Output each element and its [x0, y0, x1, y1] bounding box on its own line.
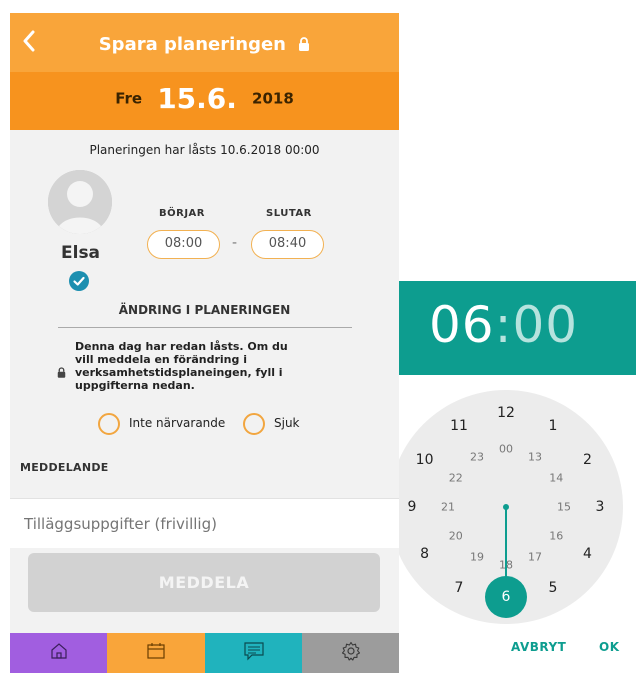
divider	[58, 327, 352, 328]
home-icon	[50, 642, 68, 664]
ok-button[interactable]: OK	[599, 640, 620, 654]
outer-number[interactable]: 2	[583, 452, 592, 468]
nav-home[interactable]	[10, 633, 107, 673]
outer-number[interactable]: 7	[455, 580, 464, 596]
inner-number[interactable]: 20	[449, 530, 463, 543]
outer-number[interactable]: 9	[408, 499, 417, 515]
inner-number[interactable]: 15	[557, 501, 571, 514]
message-label: MEDDELANDE	[20, 461, 109, 474]
message-icon	[243, 641, 265, 665]
day-month: 15.6.	[157, 82, 237, 115]
bottom-nav	[10, 633, 399, 673]
year: 2018	[252, 89, 294, 108]
option-label: Inte närvarande	[129, 416, 226, 430]
cancel-button[interactable]: AVBRYT	[511, 640, 566, 654]
page-title: Spara planeringen	[10, 34, 399, 56]
clock-dial[interactable]: 12 1 2 3 4 5 7 8 9 10 11 00 13 14 15 16 17 18 19 20 21 22 23 6	[399, 390, 636, 624]
time-separator: -	[232, 235, 238, 251]
date-bar: Fre 15.6. 2018	[10, 72, 399, 130]
nav-messages[interactable]	[205, 633, 302, 673]
inner-number[interactable]: 17	[528, 551, 542, 564]
change-notice: Denna dag har redan låsts. Om du vill me…	[75, 340, 288, 392]
start-time[interactable]: 08:00	[147, 230, 220, 259]
start-label: BÖRJAR	[159, 208, 205, 219]
top-bar: Spara planeringen	[10, 13, 399, 72]
lock-icon	[57, 363, 66, 382]
outer-number[interactable]: 3	[596, 499, 605, 515]
inner-number[interactable]: 21	[441, 501, 455, 514]
calendar-icon	[146, 642, 166, 664]
message-field-area	[10, 498, 399, 549]
avatar	[48, 170, 112, 234]
content-area: Planeringen har låsts 10.6.2018 00:00 El…	[10, 130, 399, 498]
outer-number[interactable]: 11	[450, 418, 468, 434]
time-picker-header: 06:00	[399, 281, 636, 375]
nav-calendar[interactable]	[107, 633, 205, 673]
end-time[interactable]: 08:40	[251, 230, 324, 259]
locked-info: Planeringen har låsts 10.6.2018 00:00	[89, 143, 320, 157]
selected-time: 06:00	[429, 296, 578, 354]
lock-icon	[298, 35, 310, 56]
gear-icon	[341, 641, 361, 665]
check-icon	[69, 271, 89, 291]
change-title: ÄNDRING I PLANERINGEN	[118, 303, 291, 317]
time-colon: :	[494, 296, 513, 354]
inner-number[interactable]: 22	[449, 472, 463, 485]
planning-screen: Spara planeringen Fre 15.6. 2018 Planeri…	[10, 13, 399, 673]
inner-number[interactable]: 16	[549, 530, 563, 543]
outer-number[interactable]: 8	[420, 546, 429, 562]
message-input[interactable]	[10, 499, 399, 549]
outer-number[interactable]: 12	[497, 405, 515, 421]
person-name: Elsa	[61, 243, 101, 263]
inner-number[interactable]: 18	[499, 559, 513, 572]
inner-number[interactable]: 00	[499, 443, 513, 456]
outer-number[interactable]: 4	[583, 546, 592, 562]
send-button[interactable]: MEDDELA	[28, 553, 380, 612]
radio-absent[interactable]	[98, 413, 120, 435]
weekday: Fre	[115, 89, 143, 108]
button-area: MEDDELA	[10, 548, 399, 633]
option-label: Sjuk	[274, 416, 300, 430]
nav-settings[interactable]	[302, 633, 399, 673]
page-title-text: Spara planeringen	[98, 34, 286, 55]
hand-center	[503, 504, 509, 510]
inner-number[interactable]: 14	[549, 472, 563, 485]
inner-number[interactable]: 19	[470, 551, 484, 564]
inner-number[interactable]: 13	[528, 450, 542, 463]
minutes-value[interactable]: 00	[512, 296, 578, 354]
clock-hand	[505, 507, 507, 587]
hours-value[interactable]: 06	[429, 296, 495, 354]
end-label: SLUTAR	[266, 208, 312, 219]
selected-hour[interactable]: 6	[485, 576, 527, 618]
outer-number[interactable]: 1	[549, 418, 558, 434]
radio-sick[interactable]	[243, 413, 265, 435]
inner-number[interactable]: 23	[470, 450, 484, 463]
outer-number[interactable]: 10	[416, 452, 434, 468]
outer-number[interactable]: 5	[549, 580, 558, 596]
